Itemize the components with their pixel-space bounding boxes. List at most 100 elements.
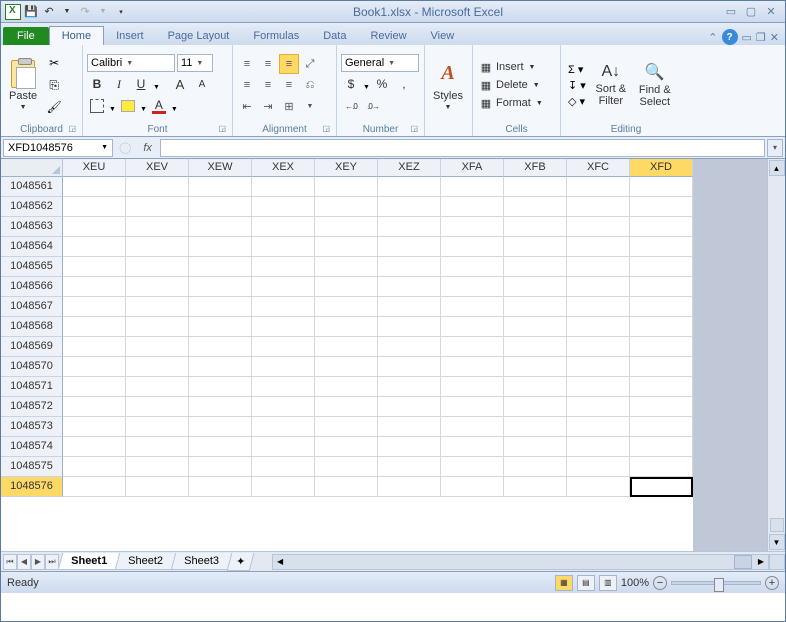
cell[interactable] xyxy=(126,357,189,377)
cell[interactable] xyxy=(189,297,252,317)
italic-button[interactable]: I xyxy=(109,74,129,94)
scroll-left-icon[interactable]: ◀ xyxy=(273,555,287,569)
scroll-down-icon[interactable]: ▼ xyxy=(769,534,785,550)
cell[interactable] xyxy=(252,417,315,437)
tab-review[interactable]: Review xyxy=(358,27,418,45)
undo-icon[interactable]: ↶ xyxy=(41,4,57,20)
cell[interactable] xyxy=(567,377,630,397)
cell[interactable] xyxy=(126,377,189,397)
percent-button[interactable]: % xyxy=(372,74,392,94)
cell[interactable] xyxy=(378,417,441,437)
cell[interactable] xyxy=(630,377,693,397)
sheet-tab-3[interactable]: Sheet3 xyxy=(171,553,232,570)
align-right-icon[interactable]: ≡ xyxy=(279,75,299,95)
cell[interactable] xyxy=(378,457,441,477)
align-left-icon[interactable]: ≡ xyxy=(237,75,257,95)
column-header[interactable]: XEU xyxy=(63,159,126,177)
cell[interactable] xyxy=(252,357,315,377)
cell[interactable] xyxy=(567,357,630,377)
prev-sheet-icon[interactable]: ◀ xyxy=(17,554,31,570)
select-all-corner[interactable] xyxy=(1,159,63,177)
page-break-view-icon[interactable]: ▥ xyxy=(599,575,617,591)
cell[interactable] xyxy=(189,257,252,277)
font-color-button[interactable]: A xyxy=(149,96,169,116)
row-header[interactable]: 1048573 xyxy=(1,417,63,437)
cell[interactable] xyxy=(441,437,504,457)
cell[interactable] xyxy=(567,337,630,357)
split-box-icon[interactable] xyxy=(770,518,784,532)
cell[interactable] xyxy=(567,197,630,217)
cell[interactable] xyxy=(504,437,567,457)
cell[interactable] xyxy=(252,477,315,497)
orientation-icon[interactable]: ⤢ xyxy=(300,54,320,74)
cell[interactable] xyxy=(441,277,504,297)
hscroll-thumb[interactable] xyxy=(734,555,752,569)
fill-button[interactable]: ↧ ▾ xyxy=(568,79,586,92)
scroll-right-icon[interactable]: ▶ xyxy=(754,555,768,569)
cell[interactable] xyxy=(630,477,693,497)
cell[interactable] xyxy=(630,217,693,237)
cell[interactable] xyxy=(504,417,567,437)
tab-insert[interactable]: Insert xyxy=(104,27,156,45)
cell[interactable] xyxy=(567,257,630,277)
cell[interactable] xyxy=(189,217,252,237)
cell[interactable] xyxy=(189,237,252,257)
close-icon[interactable]: ✕ xyxy=(763,5,779,19)
maximize-icon[interactable]: ▢ xyxy=(743,5,759,19)
qat-customize-icon[interactable]: ▾ xyxy=(113,4,129,20)
cell[interactable] xyxy=(315,437,378,457)
delete-cells-button[interactable]: ▦Delete▼ xyxy=(477,77,545,93)
cell[interactable] xyxy=(630,277,693,297)
redo-dropdown-icon[interactable]: ▼ xyxy=(95,4,111,20)
cell[interactable] xyxy=(63,337,126,357)
tab-formulas[interactable]: Formulas xyxy=(241,27,311,45)
cell[interactable] xyxy=(441,377,504,397)
normal-view-icon[interactable]: ▦ xyxy=(555,575,573,591)
paste-button[interactable]: Paste ▼ xyxy=(5,58,41,113)
cell[interactable] xyxy=(126,297,189,317)
cell[interactable] xyxy=(567,277,630,297)
tab-file[interactable]: File xyxy=(3,27,49,45)
page-layout-view-icon[interactable]: ▤ xyxy=(577,575,595,591)
vertical-scrollbar[interactable]: ▲ ▼ xyxy=(767,159,785,551)
fill-color-button[interactable] xyxy=(118,96,138,116)
cell[interactable] xyxy=(504,357,567,377)
cell[interactable] xyxy=(63,417,126,437)
name-box[interactable]: XFD1048576▼ xyxy=(3,139,113,157)
cell[interactable] xyxy=(504,377,567,397)
cell[interactable] xyxy=(189,457,252,477)
next-sheet-icon[interactable]: ▶ xyxy=(31,554,45,570)
cell[interactable] xyxy=(441,477,504,497)
row-header[interactable]: 1048576 xyxy=(1,477,63,497)
cell[interactable] xyxy=(189,177,252,197)
cell[interactable] xyxy=(378,477,441,497)
cell[interactable] xyxy=(126,317,189,337)
cell[interactable] xyxy=(441,317,504,337)
cell[interactable] xyxy=(252,217,315,237)
cell[interactable] xyxy=(63,397,126,417)
cell[interactable] xyxy=(378,177,441,197)
cell[interactable] xyxy=(252,197,315,217)
cell[interactable] xyxy=(252,177,315,197)
cell[interactable] xyxy=(252,277,315,297)
cell[interactable] xyxy=(378,337,441,357)
cell[interactable] xyxy=(630,177,693,197)
row-header[interactable]: 1048568 xyxy=(1,317,63,337)
cell[interactable] xyxy=(630,317,693,337)
cell[interactable] xyxy=(126,277,189,297)
column-header[interactable]: XFC xyxy=(567,159,630,177)
doc-restore-icon[interactable]: ❐ xyxy=(756,31,766,44)
merge-dropdown-icon[interactable]: ▼ xyxy=(300,96,320,116)
increase-indent-icon[interactable]: ⇥ xyxy=(258,96,278,116)
cell[interactable] xyxy=(630,337,693,357)
cell[interactable] xyxy=(315,397,378,417)
cell[interactable] xyxy=(504,457,567,477)
tab-home[interactable]: Home xyxy=(49,26,104,45)
align-bottom-icon[interactable]: ≡ xyxy=(279,54,299,74)
tab-page-layout[interactable]: Page Layout xyxy=(156,27,242,45)
cell[interactable] xyxy=(189,337,252,357)
cell[interactable] xyxy=(315,297,378,317)
column-header[interactable]: XEY xyxy=(315,159,378,177)
cell[interactable] xyxy=(63,477,126,497)
cell[interactable] xyxy=(315,477,378,497)
